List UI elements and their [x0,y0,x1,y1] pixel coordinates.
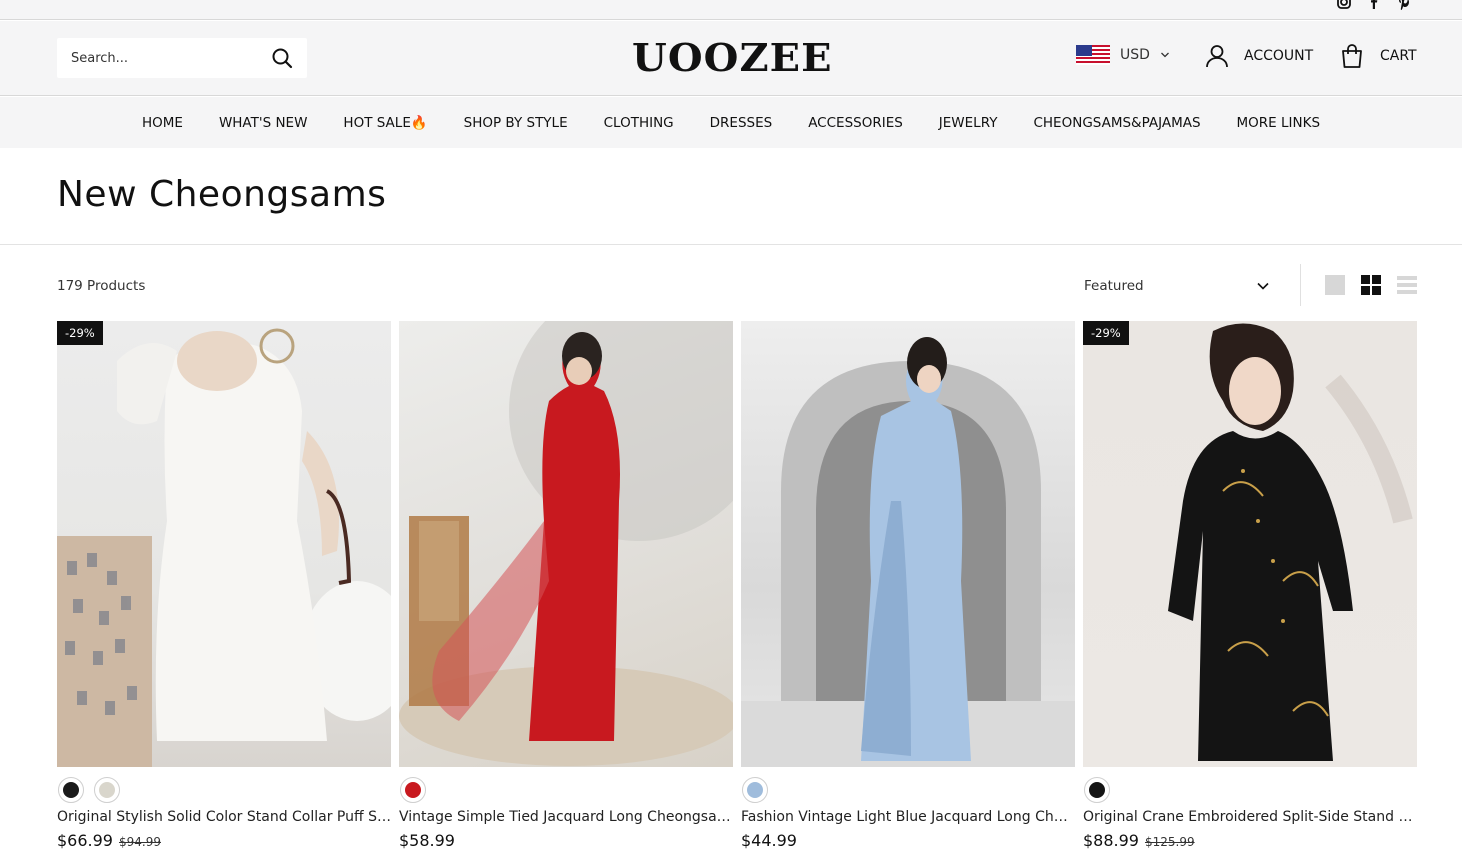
view-toggle [1325,275,1417,295]
product-image[interactable]: -29% [1083,321,1417,767]
currency-label: USD [1120,47,1150,63]
product-name[interactable]: Original Stylish Solid Color Stand Colla… [57,809,391,825]
discount-badge: -29% [1083,321,1129,345]
color-swatch[interactable] [94,777,120,803]
top-strip [0,0,1462,20]
color-swatch[interactable] [1084,777,1110,803]
nav-item-clothing[interactable]: CLOTHING [604,115,674,131]
nav-item-hot-sale[interactable]: HOT SALE🔥 [343,115,427,131]
product-name[interactable]: Vintage Simple Tied Jacquard Long Cheong… [399,809,733,825]
compare-price: $94.99 [118,835,161,849]
sort-selected: Featured [1084,278,1144,294]
product-price: $44.99 [741,831,1075,850]
site-header: UOOZEE USD ACCOUNT CART [0,21,1462,96]
product-image[interactable]: -29% [57,321,391,767]
account-link[interactable]: ACCOUNT [1204,43,1313,69]
color-swatch[interactable] [400,777,426,803]
chevron-down-icon [1160,52,1169,58]
swatch-color [1089,782,1105,798]
social-links [1336,0,1412,10]
chevron-down-icon [1257,282,1269,290]
product-price: $66.99 $94.99 [57,831,391,850]
nav-item-home[interactable]: HOME [142,115,183,131]
sort-dropdown[interactable]: Featured [1084,270,1270,302]
list-view-icon[interactable] [1397,275,1417,295]
cart-label: CART [1380,48,1417,64]
color-swatch[interactable] [58,777,84,803]
sale-price: $88.99 [1083,831,1139,850]
cart-link[interactable]: CART [1340,43,1417,69]
product-name[interactable]: Fashion Vintage Light Blue Jacquard Long… [741,809,1075,825]
pinterest-icon[interactable] [1396,0,1412,10]
sale-price: $58.99 [399,831,455,850]
instagram-icon[interactable] [1336,0,1352,10]
nav-item-shop-by-style[interactable]: SHOP BY STYLE [464,115,568,131]
compare-price: $125.99 [1144,835,1195,849]
small-grid-view-icon[interactable] [1361,275,1381,295]
swatch-color [63,782,79,798]
search-box [57,38,307,78]
account-label: ACCOUNT [1244,48,1314,64]
nav-item-whats-new[interactable]: WHAT'S NEW [219,115,307,131]
swatch-color [99,782,115,798]
product-card[interactable]: -29% Original Crane Embroidered Split-Si… [1083,321,1417,850]
toolbar-separator [1300,264,1301,306]
currency-selector[interactable]: USD [1076,45,1170,65]
divider [0,244,1462,245]
us-flag-icon [1076,45,1110,65]
product-card[interactable]: Fashion Vintage Light Blue Jacquard Long… [741,321,1075,850]
nav-item-dresses[interactable]: DRESSES [710,115,773,131]
product-card[interactable]: Vintage Simple Tied Jacquard Long Cheong… [399,321,733,850]
main-nav: HOME WHAT'S NEW HOT SALE🔥 SHOP BY STYLE … [0,97,1462,148]
color-swatches [1083,777,1417,803]
large-grid-view-icon[interactable] [1325,275,1345,295]
color-swatches [399,777,733,803]
search-icon[interactable] [271,47,293,69]
product-card[interactable]: -29% Original Stylish Solid Color Stand … [57,321,391,850]
product-grid: -29% Original Stylish Solid Color Stand … [57,321,1417,850]
facebook-icon[interactable] [1366,0,1382,10]
page-title: New Cheongsams [57,174,387,215]
color-swatch[interactable] [742,777,768,803]
product-image[interactable] [399,321,733,767]
site-logo[interactable]: UOOZEE [632,35,833,80]
product-price: $88.99 $125.99 [1083,831,1417,850]
color-swatches [57,777,391,803]
nav-item-accessories[interactable]: ACCESSORIES [808,115,903,131]
product-count: 179 Products [57,278,146,294]
product-price: $58.99 [399,831,733,850]
sale-price: $66.99 [57,831,113,850]
discount-badge: -29% [57,321,103,345]
product-name[interactable]: Original Crane Embroidered Split-Side St… [1083,809,1417,825]
nav-item-cheongsams-pajamas[interactable]: CHEONGSAMS&PAJAMAS [1033,115,1200,131]
user-icon [1206,45,1228,68]
shopping-bag-icon [1342,44,1362,68]
swatch-color [747,782,763,798]
search-input[interactable] [57,38,257,78]
sale-price: $44.99 [741,831,797,850]
swatch-color [405,782,421,798]
nav-item-jewelry[interactable]: JEWELRY [939,115,998,131]
color-swatches [741,777,1075,803]
product-image[interactable] [741,321,1075,767]
nav-item-more-links[interactable]: MORE LINKS [1237,115,1321,131]
